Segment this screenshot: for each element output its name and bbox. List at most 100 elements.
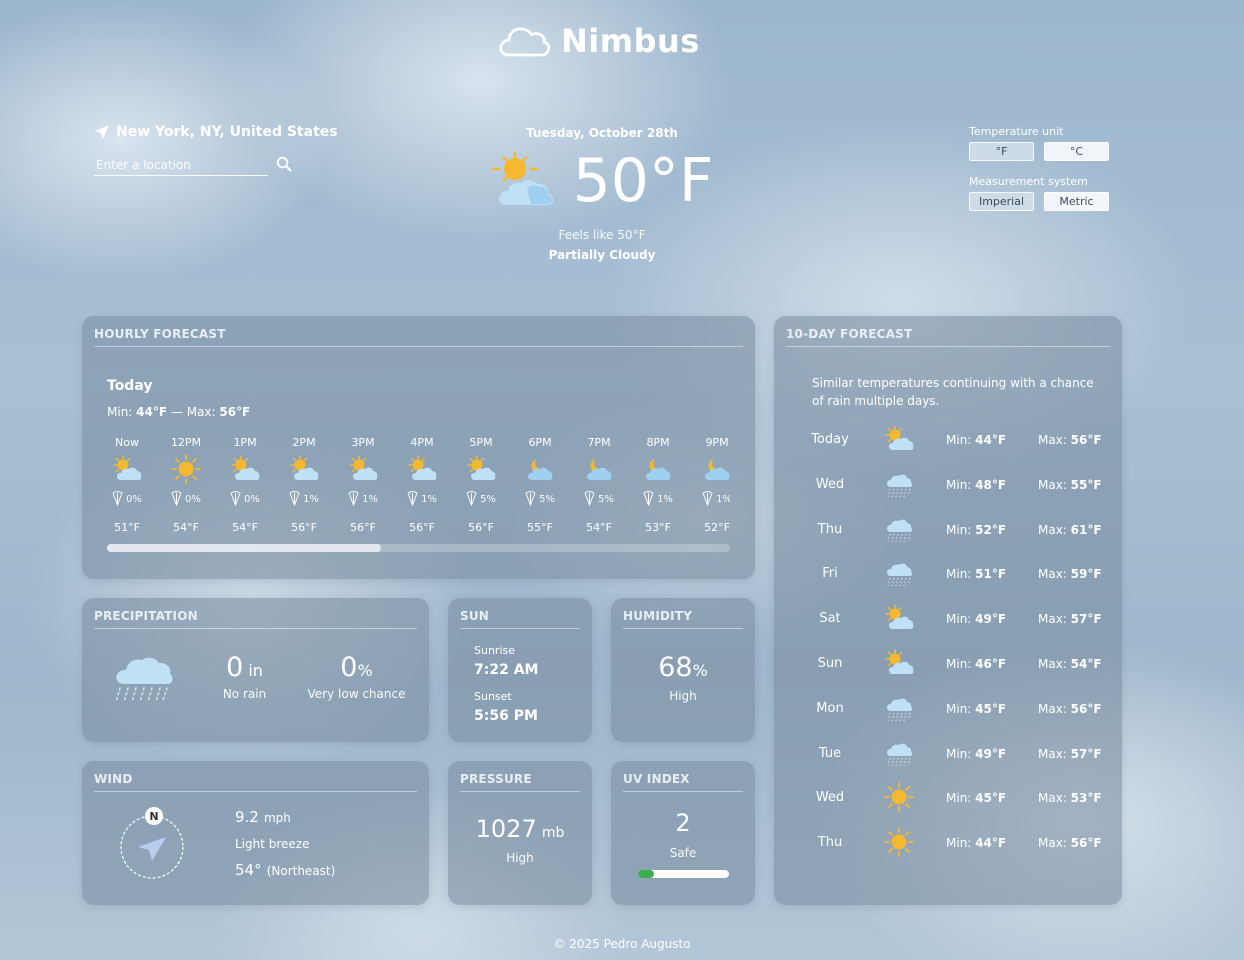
location-label: New York, NY, United States: [116, 124, 338, 140]
daily-forecast-row: Mon Min: 45°F Max: 56°F: [774, 689, 1122, 729]
raindrop-icon: [702, 490, 713, 509]
hour-temperature: 56°F: [291, 521, 317, 534]
precipitation-title: PRECIPITATION: [94, 609, 198, 623]
wind-speed-unit: mph: [263, 811, 291, 825]
hour-temperature: 52°F: [704, 521, 730, 534]
hourly-item: Now 0% 51°F: [107, 436, 147, 534]
sunset-label: Sunset: [474, 690, 512, 703]
day-min: Min: 49°F: [946, 612, 1006, 626]
sun-icon: [884, 782, 914, 816]
rain-icon: [884, 469, 914, 503]
hourly-scrollbar[interactable]: [107, 544, 730, 552]
current-condition: Partially Cloudy: [548, 248, 656, 262]
uv-index-bar-fill: [638, 870, 655, 878]
max-prefix: Max:: [1038, 433, 1071, 447]
hour-temperature: 56°F: [468, 521, 494, 534]
rain-icon: [884, 738, 914, 772]
hour-time: 7PM: [587, 436, 611, 449]
rain-icon: [884, 558, 914, 592]
search-icon[interactable]: [276, 156, 292, 176]
hour-temperature: 53°F: [645, 521, 671, 534]
max-prefix: Max:: [1038, 657, 1071, 671]
day-min: Min: 49°F: [946, 747, 1006, 761]
location-search-input[interactable]: [94, 156, 268, 176]
current-location: New York, NY, United States: [94, 124, 338, 140]
uv-index-label: Safe: [669, 846, 697, 860]
min-prefix: Min:: [946, 477, 976, 492]
wind-title: WIND: [94, 772, 133, 786]
hourly-scrollbar-thumb[interactable]: [107, 544, 382, 552]
unit-settings: Temperature unit °F °C Measurement syste…: [969, 125, 1119, 225]
daily-forecast-row: Thu Min: 44°F Max: 56°F: [774, 823, 1122, 863]
rain-chance-value: 0%: [185, 494, 201, 505]
partly-cloudy-icon: [402, 454, 442, 484]
rain-chance: 0%: [166, 490, 206, 509]
current-temperature: 50°F: [572, 146, 714, 216]
hour-temperature: 54°F: [586, 521, 612, 534]
day-name: Thu: [817, 835, 843, 851]
humidity-card: HUMIDITY 68% High: [611, 598, 755, 742]
hourly-item: 9PM 1% 52°F: [697, 436, 730, 534]
wind-direction: 54° (Northeast): [235, 860, 335, 879]
sunrise-label: Sunrise: [474, 644, 516, 657]
max-prefix: Max:: [1038, 701, 1071, 716]
rain-chance: 1%: [343, 490, 383, 509]
precip-chance-unit: %: [357, 661, 373, 680]
raindrop-icon: [643, 490, 654, 509]
min-prefix: Min:: [946, 791, 976, 806]
day-min-value: 45°F: [975, 791, 1007, 806]
metric-button[interactable]: Metric: [1044, 192, 1109, 211]
forecast-summary: Similar temperatures continuing with a c…: [812, 376, 1094, 408]
day-min: Min: 51°F: [946, 567, 1006, 581]
ten-day-forecast-title: 10-DAY FORECAST: [786, 327, 913, 341]
cloud-logo-icon: [499, 27, 551, 57]
min-prefix: Min:: [946, 433, 976, 447]
day-max: Max: 57°F: [1038, 747, 1102, 761]
fahrenheit-button[interactable]: °F: [969, 142, 1034, 161]
hour-time: 6PM: [528, 436, 552, 449]
day-min-value: 46°F: [975, 657, 1007, 671]
hour-time: 12PM: [170, 436, 202, 449]
uv-index-title: UV INDEX: [623, 772, 690, 786]
rain-chance: 0%: [225, 490, 265, 509]
day-max: Max: 57°F: [1038, 612, 1102, 626]
pressure-title: PRESSURE: [460, 772, 532, 786]
imperial-button[interactable]: Imperial: [969, 192, 1034, 211]
hourly-forecast-title: HOURLY FORECAST: [94, 327, 226, 341]
raindrop-icon: [171, 490, 182, 509]
hourly-list[interactable]: Now 0% 51°F 12PM 0% 54°F 1PM 0% 54°F 2PM 1% 56°F 3PM…: [107, 436, 730, 540]
min-prefix: Min:: [946, 701, 976, 716]
day-max: Max: 61°F: [1038, 523, 1102, 537]
location-search: [94, 156, 294, 176]
max-prefix: Max:: [1038, 522, 1071, 537]
precipitation-card: PRECIPITATION 0 in No rain 0% Very low c…: [82, 598, 429, 742]
day-max-value: 56°F: [1070, 433, 1102, 447]
ten-day-forecast-card: 10-DAY FORECAST Similar temperatures con…: [774, 316, 1122, 905]
pressure-value: 1027 mb High: [448, 815, 592, 865]
day-min: Min: 45°F: [946, 702, 1006, 716]
partly-cloudy-icon: [107, 454, 147, 484]
hour-time: 5PM: [469, 436, 493, 449]
min-prefix: Min:: [946, 612, 976, 627]
temperature-unit-label: Temperature unit: [969, 125, 1064, 138]
day-min-value: 44°F: [975, 433, 1007, 447]
rain-chance-value: 5%: [539, 494, 555, 505]
celsius-button[interactable]: °C: [1044, 142, 1109, 161]
hourly-item: 3PM 1% 56°F: [343, 436, 383, 534]
partly-cloudy-icon: [884, 648, 914, 682]
hour-time: Now: [115, 436, 139, 449]
day-max-value: 56°F: [1070, 836, 1102, 851]
raindrop-icon: [289, 490, 300, 509]
compass-north-label: N: [149, 810, 158, 823]
rain-chance-value: 1%: [362, 494, 378, 505]
location-arrow-icon: [95, 125, 109, 139]
rain-chance: 5%: [579, 490, 619, 509]
wind-speed: 9.2 mph: [235, 807, 291, 826]
rain-cloud-icon: [112, 654, 174, 708]
day-min: Min: 48°F: [946, 478, 1006, 492]
pressure-number: 1027: [475, 815, 537, 843]
hour-time: 3PM: [351, 436, 375, 449]
max-value: 56°F: [219, 405, 251, 419]
max-prefix: Max:: [1038, 791, 1071, 806]
day-max-value: 54°F: [1070, 657, 1102, 671]
